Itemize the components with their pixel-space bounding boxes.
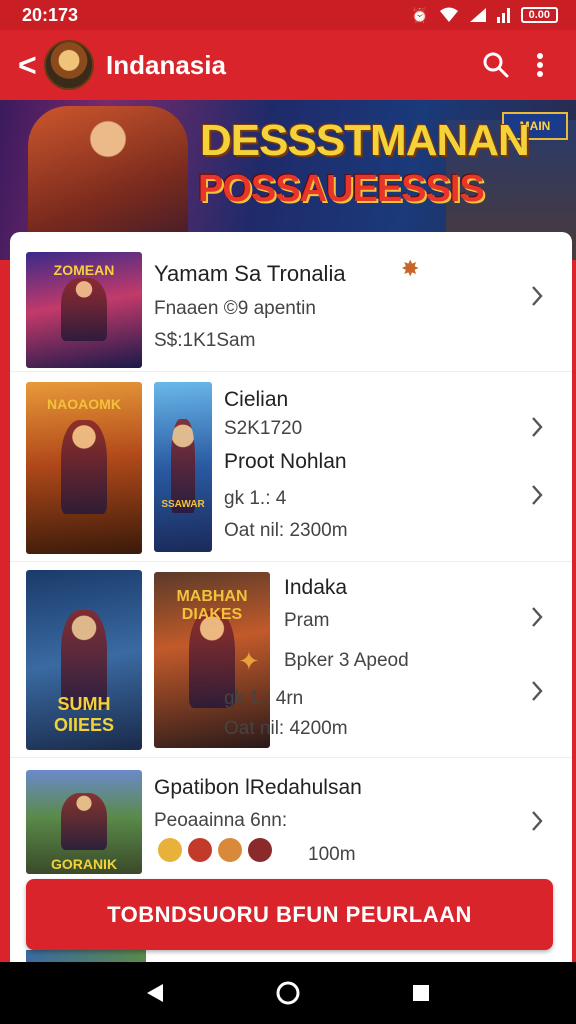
- alarm-icon: ⏰: [411, 6, 429, 23]
- status-time: 20:173: [22, 4, 79, 25]
- cell-bars-icon: [496, 8, 510, 23]
- item-rating: gk 1.: 4rn: [224, 688, 304, 709]
- item-size: Oat nil: 2300m: [224, 520, 348, 541]
- system-nav-bar: [0, 962, 576, 1024]
- avatar: [248, 838, 272, 862]
- thumbnail-art: [60, 792, 108, 851]
- item-title: Indaka: [284, 576, 348, 599]
- list-item-peek: [26, 950, 146, 962]
- nav-recents-icon[interactable]: [411, 983, 431, 1003]
- thumbnail-caption: SSAWAR: [161, 499, 205, 510]
- badge-icon: ✦: [238, 646, 260, 676]
- thumbnail-caption: GORANIK: [50, 856, 118, 872]
- game-thumbnail: SUMH OIIEES: [26, 570, 142, 750]
- chevron-right-icon[interactable]: [530, 680, 544, 702]
- list-item[interactable]: NAOAOMK SSAWAR Cielian S2K1720 Proot Noh…: [10, 372, 572, 562]
- item-size: Oat nil: 4200m: [224, 718, 348, 739]
- item-meta: S$:1K1Sam: [154, 330, 256, 351]
- signal-icon: [469, 8, 486, 22]
- status-icons: ⏰ 0.00: [411, 7, 558, 24]
- item-subtitle: Proot Nohlan: [224, 450, 347, 473]
- nav-back-icon[interactable]: [145, 982, 165, 1004]
- game-thumbnail: ZOMEAN: [26, 252, 142, 368]
- star-icon: ✸: [401, 256, 420, 281]
- thumbnail-caption: MABHAN DIAKES: [176, 588, 248, 623]
- app-avatar: [44, 40, 94, 90]
- chevron-right-icon[interactable]: [530, 606, 544, 628]
- app-bar: < Indanasia: [0, 30, 576, 100]
- item-subtitle: Peoaainna 6nn:: [154, 810, 288, 831]
- item-rating: gk 1.: 4: [224, 488, 287, 509]
- more-options-button[interactable]: [518, 43, 562, 87]
- avatar: [158, 838, 182, 862]
- search-button[interactable]: [474, 43, 518, 87]
- nav-home-icon[interactable]: [275, 980, 301, 1006]
- banner-subtitle: POSSAUEESSIS: [198, 168, 485, 210]
- item-meta: Bpker 3 Apeod: [284, 650, 409, 671]
- back-button[interactable]: <: [18, 49, 40, 81]
- thumbnail-art: [60, 419, 108, 515]
- primary-action-button[interactable]: TOBNDSUORU BFUN PEURLAAN: [26, 879, 553, 950]
- game-thumbnail: SSAWAR: [154, 382, 212, 552]
- wifi-icon: [439, 7, 458, 22]
- more-vert-icon: [537, 53, 543, 77]
- list-item[interactable]: ZOMEAN Yamam Sa Tronalia ✸ Fnaaen ©9 ape…: [10, 232, 572, 372]
- avatar: [218, 838, 242, 862]
- item-title: Cielian: [224, 388, 289, 411]
- thumbnail-art: [60, 277, 108, 342]
- chevron-right-icon[interactable]: [530, 416, 544, 438]
- item-subtitle: Pram: [284, 610, 330, 631]
- battery-icon: 0.00: [520, 7, 558, 23]
- game-thumbnail: NAOAOMK: [26, 382, 142, 554]
- chevron-right-icon[interactable]: [530, 285, 544, 307]
- list-item[interactable]: GORANIK Gpatibon lRedahulsan Peoaainna 6…: [10, 758, 572, 898]
- game-list: ZOMEAN Yamam Sa Tronalia ✸ Fnaaen ©9 ape…: [10, 232, 572, 962]
- game-thumbnail: GORANIK: [26, 770, 142, 874]
- status-bar: 20:173 ⏰ 0.00: [0, 0, 576, 30]
- banner-title: DESSSTMANAN: [200, 116, 530, 165]
- item-size: 100m: [308, 844, 356, 865]
- item-subtitle: Fnaaen ©9 apentin: [154, 298, 316, 319]
- chevron-right-icon[interactable]: [530, 484, 544, 506]
- search-icon: [483, 52, 509, 78]
- list-item[interactable]: SUMH OIIEES MABHAN DIAKES Indaka Pram ✦ …: [10, 562, 572, 758]
- thumbnail-caption: SUMH OIIEES: [53, 694, 115, 735]
- chevron-right-icon[interactable]: [530, 810, 544, 832]
- avatar: [188, 838, 212, 862]
- thumbnail-caption: ZOMEAN: [53, 262, 115, 278]
- page-title: Indanasia: [106, 49, 226, 80]
- avatar-group: [158, 838, 272, 862]
- item-code: S2K1720: [224, 418, 303, 439]
- item-title: Yamam Sa Tronalia: [154, 261, 346, 286]
- item-title: Gpatibon lRedahulsan: [154, 776, 362, 799]
- thumbnail-caption: NAOAOMK: [47, 396, 121, 412]
